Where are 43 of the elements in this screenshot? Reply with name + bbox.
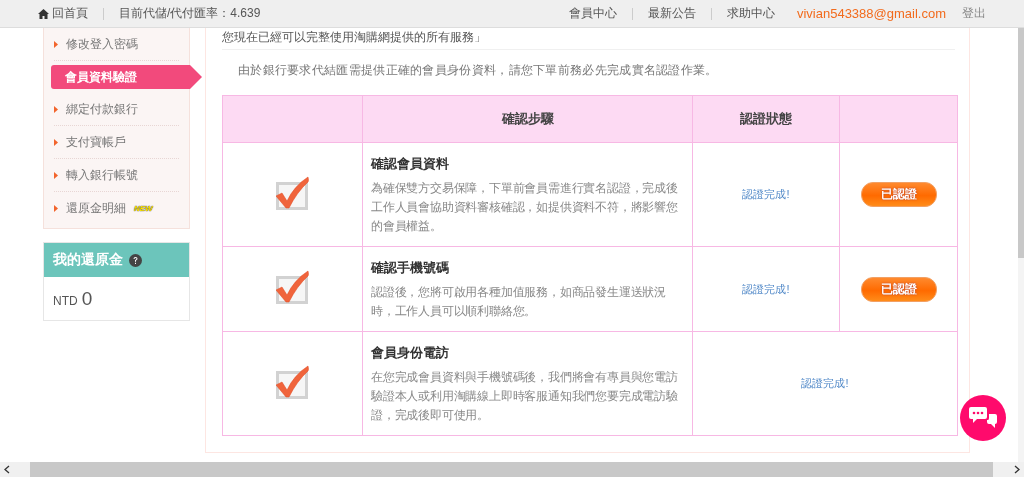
sidebar-item[interactable]: 支付寶帳戶 [54, 126, 179, 159]
status-text: 認證完成! [801, 377, 849, 389]
help-icon[interactable] [129, 253, 142, 267]
currency-label: NTD [53, 294, 78, 308]
horizontal-scrollbar[interactable] [0, 462, 1024, 477]
sidebar-item[interactable]: 修改登入密碼 [54, 28, 179, 61]
verified-button[interactable]: 已認證 [860, 182, 937, 207]
chat-icon [969, 406, 997, 430]
step-title: 會員身份電訪 [371, 344, 450, 362]
column-header: 認證狀態 [692, 95, 840, 143]
caret-icon [54, 138, 58, 146]
sidebar-item[interactable]: 會員資料驗證 [51, 65, 202, 89]
home-link[interactable]: 回首頁 [38, 5, 88, 22]
logout-link[interactable]: 登出 [962, 5, 986, 22]
nav-link[interactable]: 最新公告 [647, 5, 696, 22]
caret-icon [54, 105, 58, 113]
notice-text: 您現在已經可以完整使用淘購網提供的所有服務」 [222, 28, 955, 50]
sidebar-item[interactable]: 還原金明細 NEW [54, 192, 179, 224]
step-description: 認證後，您將可啟用各種加值服務，如商品發生運送狀況時，工作人員可以順利聯絡您。 [371, 284, 667, 320]
account-email-link[interactable]: vivian543388@gmail.com [796, 6, 946, 21]
vertical-scrollbar[interactable] [1018, 28, 1024, 462]
caret-icon [54, 204, 58, 212]
step-title: 確認會員資料 [371, 155, 450, 173]
intro-text: 由於銀行要求代結匯需提供正確的會員身份資料，請您下單前務必先完成實名認證作業。 [237, 62, 719, 79]
chat-button[interactable] [960, 395, 1006, 441]
nav-link[interactable]: 求助中心 [726, 5, 775, 22]
sidebar-item[interactable]: 轉入銀行帳號 [54, 159, 179, 192]
wallet-amount: 0 [81, 288, 93, 310]
step-description: 在您完成會員資料與手機號碼後，我們將會有專員與您電訪驗證本人或利用淘購線上即時客服通知我們您要完成電訪驗證，完成後即可使用。 [371, 369, 679, 424]
new-label: NEW [134, 203, 153, 213]
step-description: 為確保雙方交易保障，下單前會員需進行實名認證，完成後工作人員會協助資料審核確認，如提供資料不符，將影響您的會員權益。 [371, 180, 679, 235]
home-icon [38, 8, 49, 19]
step-title: 確認手機號碼 [371, 259, 450, 277]
caret-icon [54, 40, 58, 48]
sidebar-item[interactable]: 綁定付款銀行 [54, 93, 179, 126]
caret-icon [54, 171, 58, 179]
exchange-rate: 目前代儲/代付匯率：4.639 [119, 5, 261, 22]
column-header: 確認步驟 [362, 95, 693, 143]
nav-link[interactable]: 會員中心 [568, 5, 617, 22]
status-text: 認證完成! [742, 188, 790, 200]
verified-button[interactable]: 已認證 [860, 276, 937, 302]
wallet-title: 我的還原金 [53, 251, 123, 269]
status-text: 認證完成! [742, 282, 790, 295]
